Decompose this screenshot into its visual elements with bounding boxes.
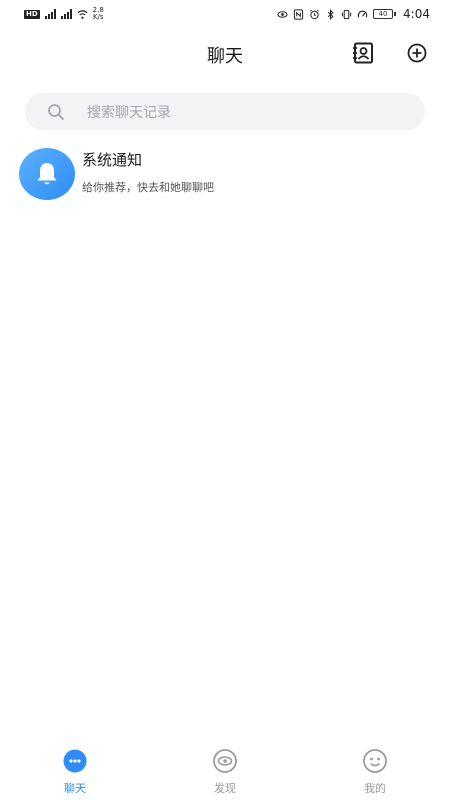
data-saver-icon (357, 10, 368, 18)
status-right: 40 4:04 (277, 7, 430, 21)
contacts-button[interactable] (350, 40, 376, 66)
signal-icon (60, 9, 72, 19)
header: 聊天 (0, 34, 450, 74)
tab-label: 我的 (364, 782, 386, 795)
contacts-icon (353, 42, 373, 64)
smile-icon (362, 748, 388, 774)
search-placeholder: 搜索聊天记录 (87, 104, 171, 121)
conversation-preview: 给你推荐，快去和她聊聊吧 (82, 181, 214, 194)
conversation-name: 系统通知 (82, 151, 143, 169)
add-circle-icon (407, 43, 427, 63)
clock: 4:04 (403, 7, 430, 21)
status-left: HD 2.8 K/s (24, 7, 104, 21)
tab-me[interactable]: 我的 (300, 740, 450, 800)
tab-discover[interactable]: 发现 (150, 740, 300, 800)
conversation-item[interactable]: 系统通知 给你推荐，快去和她聊聊吧 (0, 145, 450, 201)
alarm-icon (310, 9, 319, 19)
wifi-icon (77, 9, 88, 19)
bottom-tab-bar: 聊天 发现 我的 (0, 740, 450, 800)
search-input[interactable]: 搜索聊天记录 (25, 93, 425, 130)
eye-comfort-icon (277, 10, 288, 18)
signal-icon (44, 9, 56, 19)
vibrate-icon (341, 9, 352, 19)
page-title: 聊天 (207, 46, 243, 67)
chat-bubble-icon (62, 748, 88, 774)
net-speed: 2.8 K/s (93, 7, 104, 21)
battery-level: 40 (373, 9, 394, 19)
eye-icon (212, 748, 238, 774)
battery-icon: 40 (373, 9, 397, 19)
nfc-icon (293, 8, 304, 20)
status-bar: HD 2.8 K/s 40 4:04 (0, 0, 450, 28)
bell-icon (37, 163, 57, 185)
tab-chat[interactable]: 聊天 (0, 740, 150, 800)
search-icon (48, 103, 64, 120)
bluetooth-icon (327, 8, 334, 20)
tab-label: 聊天 (64, 782, 86, 795)
tab-label: 发现 (214, 782, 236, 795)
add-button[interactable] (404, 40, 430, 66)
avatar (19, 148, 75, 200)
net-speed-unit: K/s (92, 13, 104, 21)
hd-indicator: HD (24, 9, 40, 19)
